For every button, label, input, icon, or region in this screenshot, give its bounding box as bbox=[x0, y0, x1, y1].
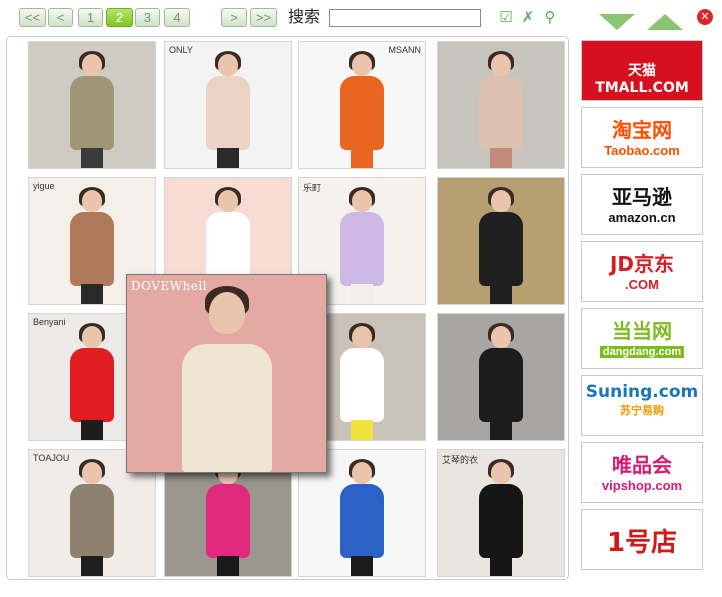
next-page-button[interactable]: > bbox=[221, 8, 247, 27]
product-thumbnail[interactable] bbox=[437, 177, 565, 305]
scroll-up-icon[interactable] bbox=[647, 14, 683, 30]
store-link[interactable]: JD京东 .COM bbox=[581, 241, 703, 302]
prev-page-button[interactable]: < bbox=[48, 8, 73, 27]
model-figure bbox=[334, 51, 390, 168]
product-brand-label: MSANN bbox=[388, 45, 421, 55]
product-thumbnail[interactable]: 艾琴的衣 bbox=[437, 449, 565, 577]
toolbar: << < 1 2 3 4 > >> 搜索 ☑ ✗ ⚲ ✕ bbox=[0, 0, 722, 36]
product-thumbnail[interactable] bbox=[437, 313, 565, 441]
store-link[interactable]: Suning.com 苏宁易购 bbox=[581, 375, 703, 436]
store-logo-subtext: vipshop.com bbox=[601, 478, 683, 493]
product-thumbnail[interactable]: MSANN bbox=[298, 41, 426, 169]
store-logo-text: 唯品会 bbox=[612, 453, 672, 477]
search-input[interactable] bbox=[329, 9, 481, 27]
product-thumbnail[interactable]: ONLY bbox=[164, 41, 292, 169]
model-figure bbox=[200, 51, 256, 168]
store-logo-subtext: Taobao.com bbox=[604, 143, 680, 158]
model-figure bbox=[64, 459, 120, 576]
model-figure bbox=[473, 459, 529, 576]
find-icon[interactable]: ⚲ bbox=[542, 8, 558, 26]
model-figure bbox=[200, 459, 256, 576]
preview-model-image bbox=[172, 282, 282, 472]
model-figure bbox=[334, 323, 390, 440]
confirm-icon[interactable]: ☑ bbox=[498, 8, 514, 26]
store-link[interactable]: 淘宝网 Taobao.com bbox=[581, 107, 703, 168]
store-logo-subtext: 苏宁易购 bbox=[620, 405, 664, 417]
product-preview-popup[interactable]: DOVEWhell bbox=[126, 274, 327, 473]
product-brand-label: 艾琴的衣 bbox=[442, 455, 479, 465]
model-figure bbox=[64, 187, 120, 304]
search-label: 搜索 bbox=[288, 7, 321, 26]
model-figure bbox=[64, 323, 120, 440]
page-2-button[interactable]: 2 bbox=[106, 8, 133, 27]
scroll-down-icon[interactable] bbox=[599, 14, 635, 30]
store-link[interactable]: 亚马逊 amazon.cn bbox=[581, 174, 703, 235]
product-thumbnail[interactable] bbox=[437, 41, 565, 169]
close-icon[interactable]: ✕ bbox=[697, 9, 713, 25]
store-logo-text: Suning.com bbox=[585, 382, 699, 402]
store-link[interactable]: 天猫TMALL.COM bbox=[581, 40, 703, 101]
model-figure bbox=[473, 51, 529, 168]
product-brand-label: TOAJOU bbox=[33, 453, 70, 463]
store-logo-subtext: .COM bbox=[625, 277, 659, 292]
product-brand-label: yigue bbox=[33, 181, 55, 191]
model-figure bbox=[334, 187, 390, 304]
page-3-button[interactable]: 3 bbox=[135, 8, 160, 27]
last-page-button[interactable]: >> bbox=[250, 8, 277, 27]
store-link[interactable]: 1号店 bbox=[581, 509, 703, 570]
product-brand-label: 乐町 bbox=[303, 183, 322, 193]
page-4-button[interactable]: 4 bbox=[164, 8, 190, 27]
store-logo-text: 当当网 bbox=[612, 319, 672, 343]
store-logo-text: 1号店 bbox=[606, 528, 678, 558]
store-logo-subtext: dangdang.com bbox=[600, 346, 684, 358]
store-logo-text: 亚马逊 bbox=[612, 185, 672, 209]
product-brand-label: ONLY bbox=[169, 45, 193, 55]
store-link[interactable]: 当当网 dangdang.com bbox=[581, 308, 703, 369]
clear-icon[interactable]: ✗ bbox=[520, 8, 536, 26]
first-page-button[interactable]: << bbox=[19, 8, 46, 27]
store-link[interactable]: 唯品会 vipshop.com bbox=[581, 442, 703, 503]
store-logo-text: 天猫TMALL.COM bbox=[590, 55, 694, 100]
app-window: << < 1 2 3 4 > >> 搜索 ☑ ✗ ⚲ ✕ ONLY MSANN yi… bbox=[0, 0, 722, 597]
model-figure bbox=[473, 323, 529, 440]
product-brand-label: Benyani bbox=[33, 317, 66, 327]
store-list: 天猫TMALL.COM 淘宝网 Taobao.com 亚马逊 amazon.cn JD京东… bbox=[578, 36, 709, 580]
model-figure bbox=[334, 459, 390, 576]
model-figure bbox=[64, 51, 120, 168]
store-logo-text: JD京东 bbox=[609, 252, 675, 276]
page-1-button[interactable]: 1 bbox=[78, 8, 103, 27]
store-logo-subtext: amazon.cn bbox=[608, 210, 676, 225]
model-figure bbox=[473, 187, 529, 304]
store-logo-text: 淘宝网 bbox=[612, 118, 672, 142]
product-thumbnail[interactable] bbox=[28, 41, 156, 169]
